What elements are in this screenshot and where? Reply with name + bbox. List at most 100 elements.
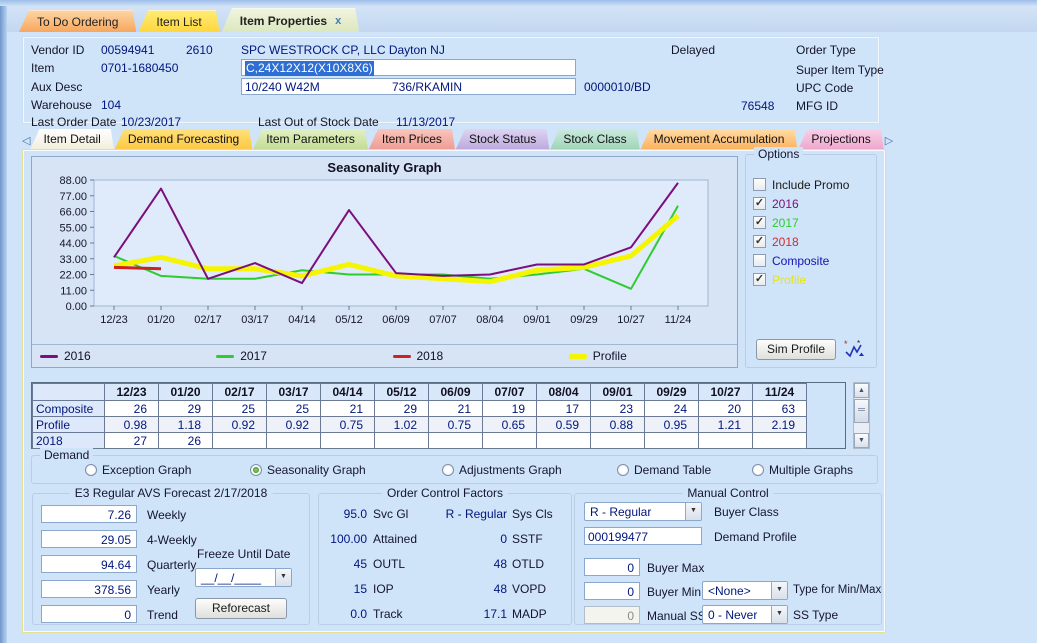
subtab-demand-forecasting[interactable]: Demand Forecasting — [115, 129, 252, 149]
subtab-movement-accumulation[interactable]: Movement Accumulation — [641, 129, 798, 149]
tab-item-properties[interactable]: Item Properties x — [222, 8, 360, 32]
item-desc-input[interactable]: C,24X12X12(X10X8X6) — [241, 59, 576, 76]
freeze-until-date-label: Freeze Until Date — [197, 547, 291, 561]
option-profile: ✓ Profile — [753, 272, 806, 287]
forecast-4-weekly-input[interactable]: 29.05 — [41, 530, 137, 548]
scroll-down-icon[interactable]: ▼ — [854, 433, 869, 448]
forecast-quarterly-input[interactable]: 94.64 — [41, 555, 137, 573]
column-header: 07/07 — [482, 383, 537, 401]
buyer-max-input[interactable]: 0 — [584, 558, 640, 576]
series-line-2018 — [113, 265, 162, 271]
subtab-item-parameters[interactable]: Item Parameters — [253, 129, 368, 149]
table-cell: 1.02 — [374, 416, 429, 433]
checkbox-2018[interactable]: ✓ — [753, 235, 766, 248]
svg-text:06/09: 06/09 — [382, 314, 410, 326]
option-include-promo: Include Promo — [753, 177, 849, 192]
svg-text:66.00: 66.00 — [59, 207, 87, 219]
chevron-down-icon[interactable]: ▼ — [771, 606, 787, 623]
scroll-tabs-left-icon[interactable]: ◁ — [22, 133, 30, 149]
table-cell: 0.65 — [482, 416, 537, 433]
reforecast-button[interactable]: Reforecast — [195, 598, 287, 619]
table-cell: 25 — [212, 400, 267, 417]
radio-label: Demand Table — [634, 463, 712, 477]
radio-adjustments-graph[interactable]: Adjustments Graph — [442, 463, 562, 477]
forecast-weekly-input[interactable]: 7.26 — [41, 505, 137, 523]
sim-profile-icon[interactable]: * * — [844, 339, 864, 359]
freeze-until-date-combo[interactable]: __/__/____ ▼ — [195, 568, 292, 587]
options-title: Options — [754, 147, 804, 161]
table-cell — [266, 432, 321, 449]
checkbox-profile[interactable]: ✓ — [753, 273, 766, 286]
subtab-label: Stock Class — [563, 132, 627, 146]
ocf-outl-label: OUTL — [373, 557, 406, 571]
option-label: 2017 — [772, 215, 799, 230]
buyer-class-combo[interactable]: R - Regular ▼ — [584, 502, 702, 521]
legend-swatch — [568, 353, 587, 359]
radio-button[interactable] — [442, 464, 454, 476]
table-cell: 26 — [104, 400, 159, 417]
subtab-stock-status[interactable]: Stock Status — [456, 129, 549, 149]
forecast-yearly-input[interactable]: 378.56 — [41, 580, 137, 598]
ss-type-value: 0 - Never — [708, 608, 758, 622]
checkbox-2017[interactable]: ✓ — [753, 216, 766, 229]
chevron-down-icon[interactable]: ▼ — [771, 582, 787, 599]
subtab-item-detail[interactable]: Item Detail — [30, 129, 113, 149]
svg-text:22.00: 22.00 — [59, 270, 87, 282]
table-cell — [698, 432, 753, 449]
svg-text:11/24: 11/24 — [665, 314, 692, 326]
table-header-row: 12/23 01/20 02/17 03/17 04/14 05/12 06/09 07/07… — [32, 383, 807, 401]
legend-item-2016: 2016 — [32, 349, 208, 363]
tab-item-list[interactable]: Item List — [138, 10, 219, 32]
tab-to-do-ordering[interactable]: To Do Ordering — [19, 10, 136, 32]
radio-button[interactable] — [250, 464, 262, 476]
scroll-tabs-right-icon[interactable]: ▷ — [885, 133, 893, 149]
chevron-down-icon[interactable]: ▼ — [275, 569, 291, 586]
subtab-projections[interactable]: Projections — [798, 129, 883, 149]
manual-ss-input[interactable]: 0 — [584, 606, 640, 624]
radio-multiple-graphs[interactable]: Multiple Graphs — [752, 463, 853, 477]
checkbox-composite[interactable] — [753, 254, 766, 267]
checkbox-2016[interactable]: ✓ — [753, 197, 766, 210]
chart-title: Seasonality Graph — [327, 160, 442, 175]
minmax-type-combo[interactable]: <None> ▼ — [702, 581, 788, 600]
column-header: 09/01 — [590, 383, 645, 401]
sim-profile-button[interactable]: Sim Profile — [756, 339, 836, 360]
aux-desc-input[interactable]: 10/240 W42M 736/RKAMIN — [241, 78, 576, 95]
buyer-min-input[interactable]: 0 — [584, 582, 640, 600]
svg-text:*: * — [844, 339, 848, 349]
radio-seasonality-graph[interactable]: Seasonality Graph — [250, 463, 366, 477]
seasonality-table: 12/23 01/20 02/17 03/17 04/14 05/12 06/09 07/07… — [32, 383, 807, 449]
scroll-up-icon[interactable]: ▲ — [854, 383, 869, 398]
scrollbar-thumb[interactable] — [854, 399, 869, 423]
ocf-track-label: Track — [373, 607, 403, 621]
options-groupbox: Options Include Promo ✓ 2016 ✓ 2017 ✓ 2018 Comp… — [745, 147, 877, 368]
subtab-label: Projections — [811, 132, 871, 146]
chevron-down-icon[interactable]: ▼ — [685, 503, 701, 520]
close-icon[interactable]: x — [335, 15, 341, 27]
ocf-sstf-value: 0 — [500, 532, 507, 546]
column-header: 01/20 — [158, 383, 213, 401]
demand-profile-input[interactable]: 000199477 — [584, 527, 702, 545]
table-scrollbar[interactable]: ▲ ▼ — [853, 382, 870, 449]
table-cell: 29 — [374, 400, 429, 417]
tab-label: To Do Ordering — [37, 14, 119, 29]
subtab-item-prices[interactable]: Item Prices — [369, 129, 455, 149]
column-header: 03/17 — [266, 383, 321, 401]
ss-type-combo[interactable]: 0 - Never ▼ — [702, 605, 788, 624]
tab-label: Item Properties — [239, 13, 328, 28]
radio-exception-graph[interactable]: Exception Graph — [85, 463, 191, 477]
radio-button[interactable] — [617, 464, 629, 476]
radio-demand-table[interactable]: Demand Table — [617, 463, 711, 477]
warehouse-value: 104 — [101, 98, 122, 112]
ocf-svc-gl-label: Svc Gl — [373, 507, 409, 521]
legend-label: 2017 — [240, 349, 267, 363]
ocf-svc-gl-value: 95.0 — [343, 507, 367, 521]
radio-button[interactable] — [85, 464, 97, 476]
item-label: Item — [31, 61, 55, 75]
minmax-type-label: Type for Min/Max — [793, 584, 882, 596]
subtab-stock-class[interactable]: Stock Class — [550, 129, 639, 149]
checkbox-include-promo[interactable] — [753, 178, 766, 191]
forecast-title: E3 Regular AVS Forecast 2/17/2018 — [69, 486, 273, 500]
forecast-trend-input[interactable]: 0 — [41, 605, 137, 623]
radio-button[interactable] — [752, 464, 764, 476]
